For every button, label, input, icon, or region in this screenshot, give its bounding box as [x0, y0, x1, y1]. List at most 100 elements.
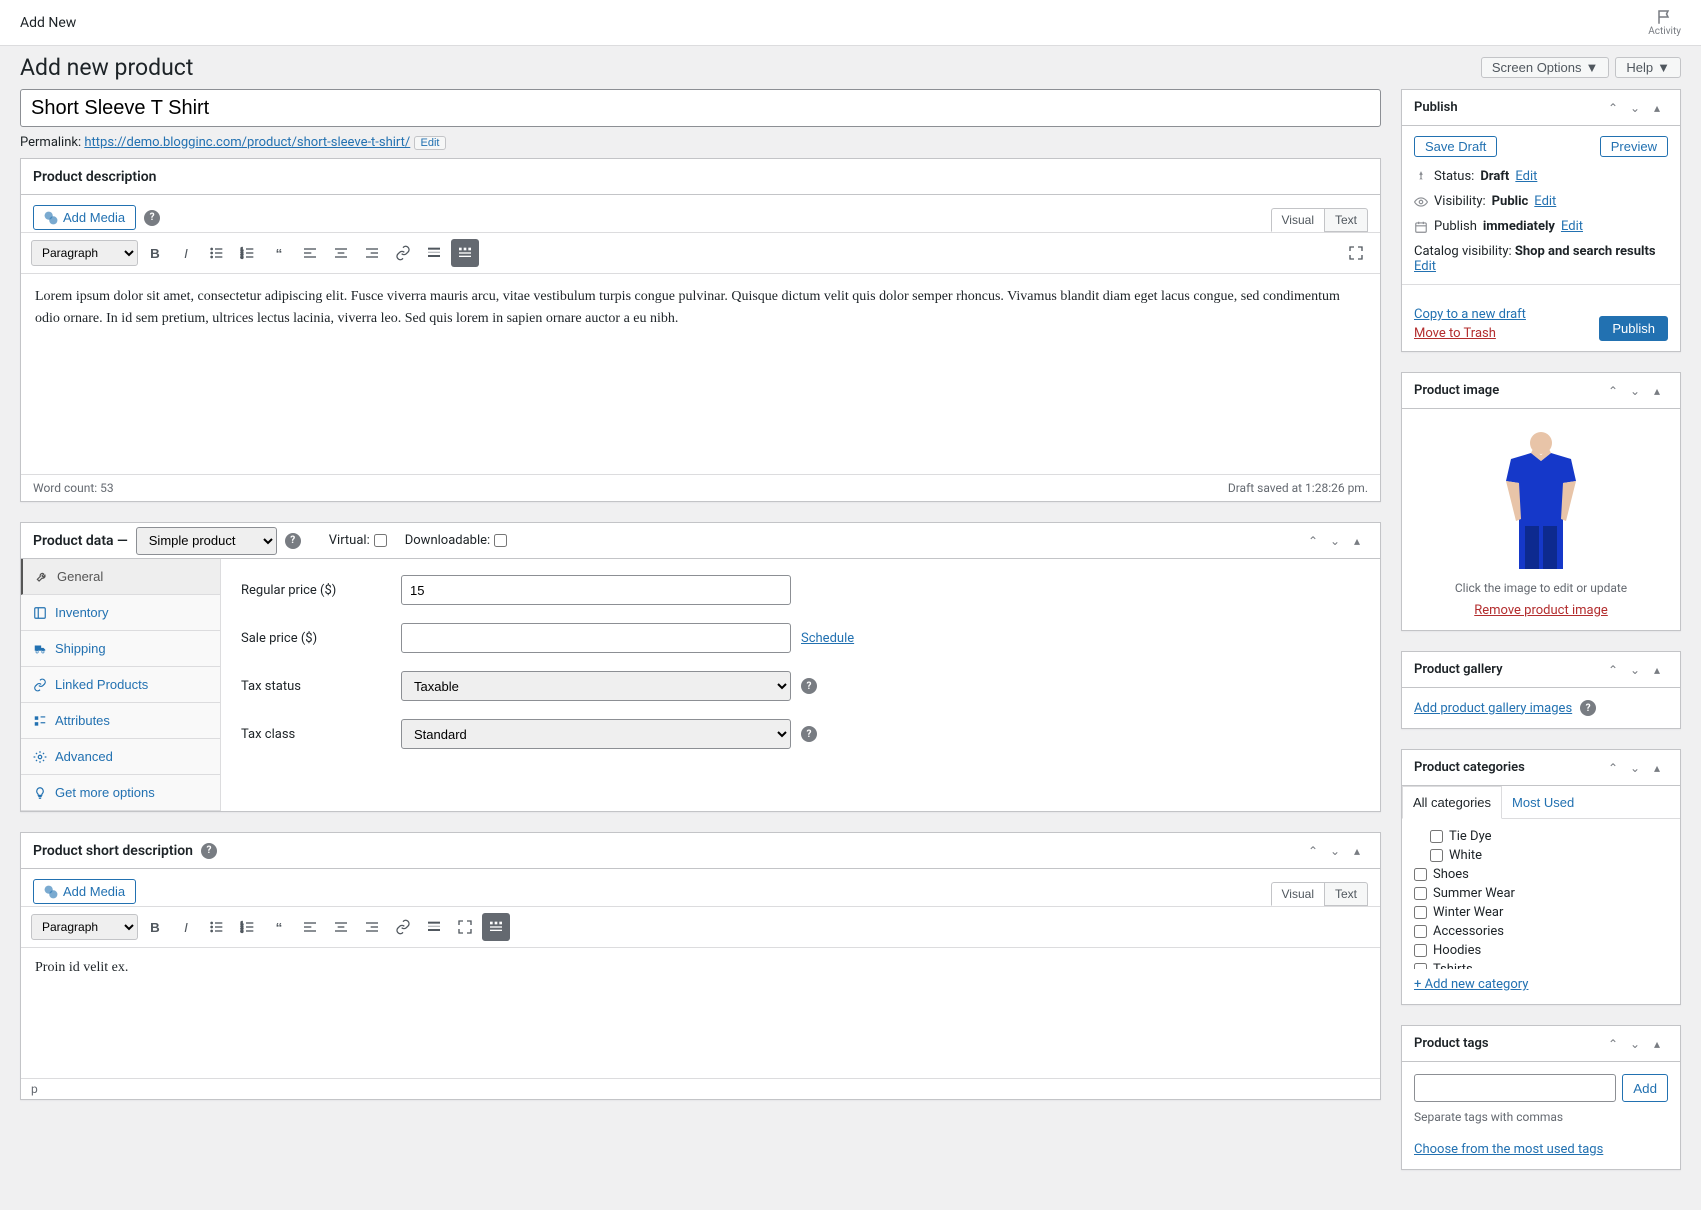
downloadable-checkbox[interactable]: Downloadable:	[405, 533, 507, 548]
choose-tags-link[interactable]: Choose from the most used tags	[1414, 1142, 1603, 1157]
bullet-list-button[interactable]	[203, 239, 231, 267]
add-tag-button[interactable]: Add	[1622, 1074, 1668, 1102]
panel-down-button[interactable]: ⌄	[1324, 837, 1346, 865]
align-left-button[interactable]	[296, 913, 324, 941]
panel-down-button[interactable]: ⌄	[1324, 527, 1346, 555]
tab-visual-short[interactable]: Visual	[1271, 882, 1324, 906]
tab-shipping[interactable]: Shipping	[21, 631, 220, 667]
add-media-button[interactable]: Add Media	[33, 205, 136, 230]
panel-toggle-button[interactable]: ▴	[1646, 656, 1668, 684]
category-item[interactable]: Summer Wear	[1414, 884, 1668, 903]
format-select-short[interactable]: Paragraph	[31, 914, 138, 940]
tab-all-categories[interactable]: All categories	[1402, 786, 1502, 819]
category-item[interactable]: Tie Dye	[1414, 827, 1668, 846]
quote-button[interactable]: “	[265, 913, 293, 941]
category-item[interactable]: White	[1414, 846, 1668, 865]
add-media-button-short[interactable]: Add Media	[33, 879, 136, 904]
panel-toggle-button[interactable]: ▴	[1346, 527, 1368, 555]
panel-up-button[interactable]: ⌃	[1602, 754, 1624, 782]
align-left-button[interactable]	[296, 239, 324, 267]
catalog-edit-link[interactable]: Edit	[1414, 259, 1436, 274]
tab-most-used[interactable]: Most Used	[1502, 786, 1584, 818]
tag-input[interactable]	[1414, 1074, 1616, 1102]
help-icon[interactable]: ?	[801, 678, 817, 694]
tax-status-select[interactable]: Taxable	[401, 671, 791, 701]
move-trash-link[interactable]: Move to Trash	[1414, 326, 1526, 341]
panel-up-button[interactable]: ⌃	[1302, 837, 1324, 865]
product-type-select[interactable]: Simple product	[136, 527, 277, 555]
tab-text[interactable]: Text	[1324, 208, 1368, 232]
panel-toggle-button[interactable]: ▴	[1646, 1030, 1668, 1058]
number-list-button[interactable]: 123	[234, 913, 262, 941]
remove-image-link[interactable]: Remove product image	[1474, 603, 1608, 618]
more-button[interactable]	[420, 913, 448, 941]
align-right-button[interactable]	[358, 913, 386, 941]
more-button[interactable]	[420, 239, 448, 267]
bold-button[interactable]: B	[141, 913, 169, 941]
panel-down-button[interactable]: ⌄	[1624, 94, 1646, 122]
toolbar-toggle-button[interactable]	[482, 913, 510, 941]
panel-up-button[interactable]: ⌃	[1302, 527, 1324, 555]
tax-class-select[interactable]: Standard	[401, 719, 791, 749]
tab-text-short[interactable]: Text	[1324, 882, 1368, 906]
sale-price-input[interactable]	[401, 623, 791, 653]
visibility-edit-link[interactable]: Edit	[1534, 194, 1556, 209]
number-list-button[interactable]: 123	[234, 239, 262, 267]
panel-up-button[interactable]: ⌃	[1602, 94, 1624, 122]
tab-visual[interactable]: Visual	[1271, 208, 1324, 232]
virtual-checkbox[interactable]: Virtual:	[329, 533, 387, 548]
tab-attributes[interactable]: Attributes	[21, 703, 220, 739]
tab-linked[interactable]: Linked Products	[21, 667, 220, 703]
panel-down-button[interactable]: ⌄	[1624, 754, 1646, 782]
save-draft-button[interactable]: Save Draft	[1414, 136, 1497, 157]
tab-inventory[interactable]: Inventory	[21, 595, 220, 631]
category-item[interactable]: Accessories	[1414, 922, 1668, 941]
category-item[interactable]: Winter Wear	[1414, 903, 1668, 922]
panel-toggle-button[interactable]: ▴	[1346, 837, 1368, 865]
help-icon[interactable]: ?	[285, 533, 301, 549]
help-icon[interactable]: ?	[1580, 700, 1596, 716]
panel-down-button[interactable]: ⌄	[1624, 1030, 1646, 1058]
status-edit-link[interactable]: Edit	[1515, 169, 1537, 184]
category-item[interactable]: Hoodies	[1414, 941, 1668, 960]
panel-toggle-button[interactable]: ▴	[1646, 377, 1668, 405]
link-button[interactable]	[389, 913, 417, 941]
add-gallery-link[interactable]: Add product gallery images	[1414, 701, 1572, 716]
permalink-link[interactable]: https://demo.blogginc.com/product/short-…	[84, 135, 410, 150]
schedule-link[interactable]: Schedule	[801, 631, 854, 646]
italic-button[interactable]: I	[172, 913, 200, 941]
short-desc-editor[interactable]: Proin id velit ex.	[21, 948, 1380, 1078]
format-select[interactable]: Paragraph	[31, 240, 138, 266]
panel-down-button[interactable]: ⌄	[1624, 377, 1646, 405]
screen-options-button[interactable]: Screen Options ▼	[1481, 57, 1609, 78]
panel-up-button[interactable]: ⌃	[1602, 377, 1624, 405]
product-title-input[interactable]	[20, 89, 1381, 127]
tab-general[interactable]: General	[21, 559, 220, 595]
panel-toggle-button[interactable]: ▴	[1646, 94, 1668, 122]
panel-up-button[interactable]: ⌃	[1602, 1030, 1624, 1058]
description-editor[interactable]: Lorem ipsum dolor sit amet, consectetur …	[21, 274, 1380, 474]
fullscreen-button[interactable]	[1342, 239, 1370, 267]
italic-button[interactable]: I	[172, 239, 200, 267]
panel-toggle-button[interactable]: ▴	[1646, 754, 1668, 782]
panel-up-button[interactable]: ⌃	[1602, 656, 1624, 684]
tab-advanced[interactable]: Advanced	[21, 739, 220, 775]
help-icon[interactable]: ?	[201, 843, 217, 859]
tab-more-options[interactable]: Get more options	[21, 775, 220, 811]
add-category-link[interactable]: + Add new category	[1414, 977, 1528, 992]
copy-draft-link[interactable]: Copy to a new draft	[1414, 307, 1526, 322]
activity-indicator[interactable]: Activity	[1648, 8, 1681, 37]
toolbar-toggle-button[interactable]	[451, 239, 479, 267]
link-button[interactable]	[389, 239, 417, 267]
help-button[interactable]: Help ▼	[1615, 57, 1681, 78]
help-icon[interactable]: ?	[801, 726, 817, 742]
bold-button[interactable]: B	[141, 239, 169, 267]
help-icon[interactable]: ?	[144, 210, 160, 226]
align-center-button[interactable]	[327, 239, 355, 267]
align-center-button[interactable]	[327, 913, 355, 941]
publish-date-edit-link[interactable]: Edit	[1561, 219, 1583, 234]
preview-button[interactable]: Preview	[1600, 136, 1668, 157]
regular-price-input[interactable]	[401, 575, 791, 605]
bullet-list-button[interactable]	[203, 913, 231, 941]
product-image-thumbnail[interactable]	[1481, 421, 1601, 571]
